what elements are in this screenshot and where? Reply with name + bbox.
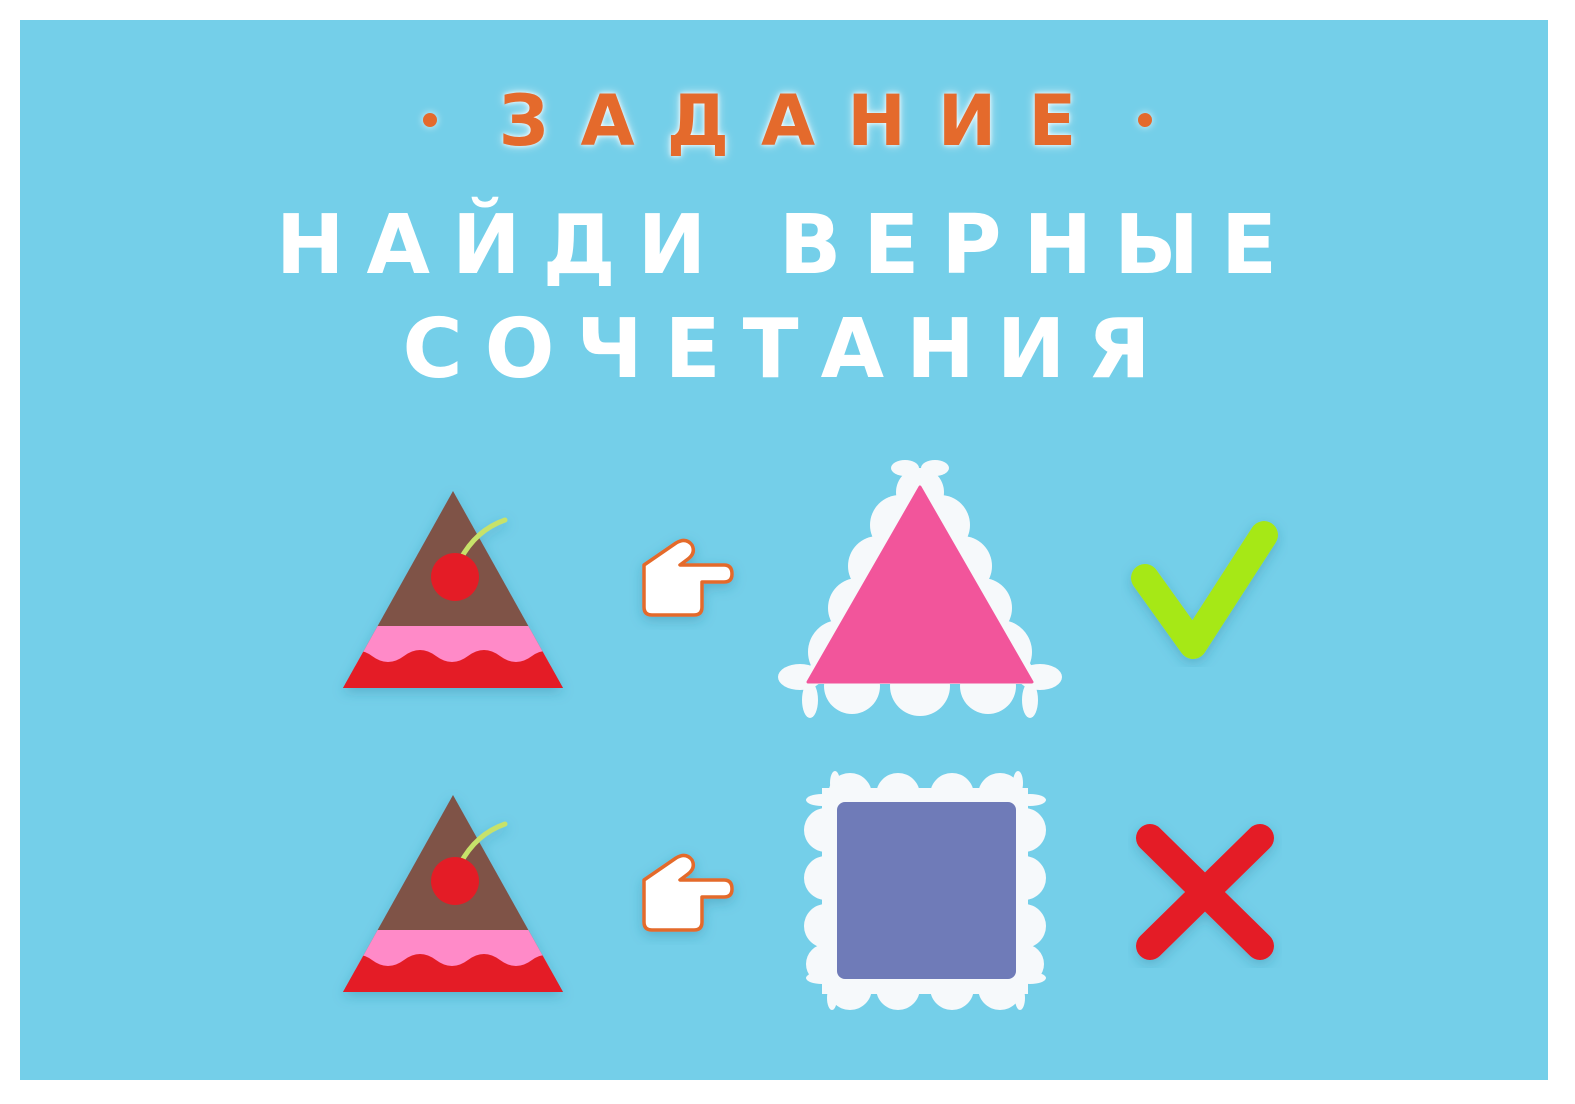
cake-slice-1 [343, 491, 563, 688]
cross-icon [1136, 824, 1274, 960]
purple-square [837, 802, 1016, 979]
square-on-doily [804, 771, 1046, 1010]
triangle-on-doily [778, 460, 1062, 718]
cake-slice-2 [343, 795, 563, 992]
examples-illustration [343, 460, 1278, 1010]
checkmark-icon [1131, 521, 1278, 659]
pointing-hand-icon-1 [642, 538, 734, 617]
pointing-hand-icon-2 [642, 853, 734, 932]
